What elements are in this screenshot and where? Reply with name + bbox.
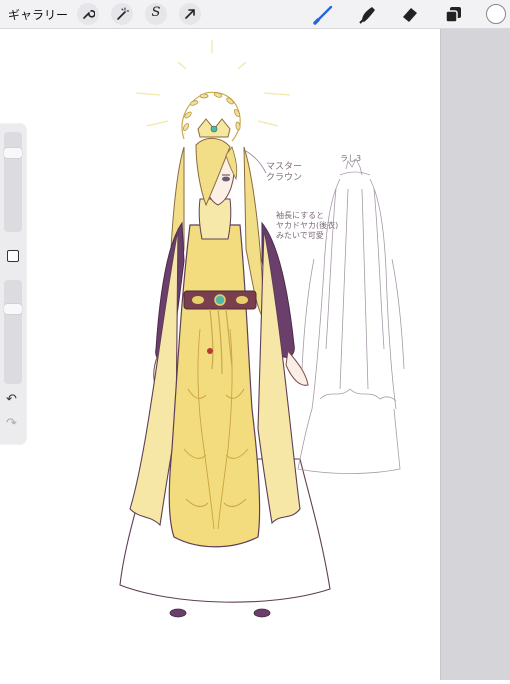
magic-wand-icon[interactable] [111,3,133,25]
modify-button[interactable] [7,250,19,262]
annotation-sketch-label: ラし3 [340,154,362,163]
gallery-button[interactable]: ギャラリー [8,6,68,23]
opacity-slider[interactable] [4,280,22,384]
brush-icon[interactable] [312,3,336,25]
color-circle-icon[interactable] [486,4,506,24]
smudge-icon[interactable] [356,3,380,25]
redo-icon[interactable]: ↷ [6,416,17,431]
opacity-handle[interactable] [4,304,22,314]
undo-icon[interactable]: ↶ [6,392,17,407]
layers-icon[interactable] [441,3,465,25]
brush-size-handle[interactable] [4,148,22,158]
top-toolbar: ギャラリー S [0,0,510,29]
eraser-icon[interactable] [398,3,422,25]
transform-arrow-icon[interactable] [179,3,201,25]
wrench-icon[interactable] [77,3,99,25]
selection-icon[interactable]: S [145,3,167,25]
canvas-margin-area [440,29,510,680]
illustration [119,40,405,618]
left-sidebar: ↶ ↷ [0,124,26,444]
annotation-master-crown: マスター クラウン [266,162,303,183]
drawing-canvas[interactable]: マスター クラウン 袖長にすると ヤカドヤカ(後衣) みたいで可愛 ラし3 [0,29,440,680]
annotation-note: 袖長にすると ヤカドヤカ(後衣) みたいで可愛 [276,211,339,240]
brush-size-slider[interactable] [4,132,22,232]
